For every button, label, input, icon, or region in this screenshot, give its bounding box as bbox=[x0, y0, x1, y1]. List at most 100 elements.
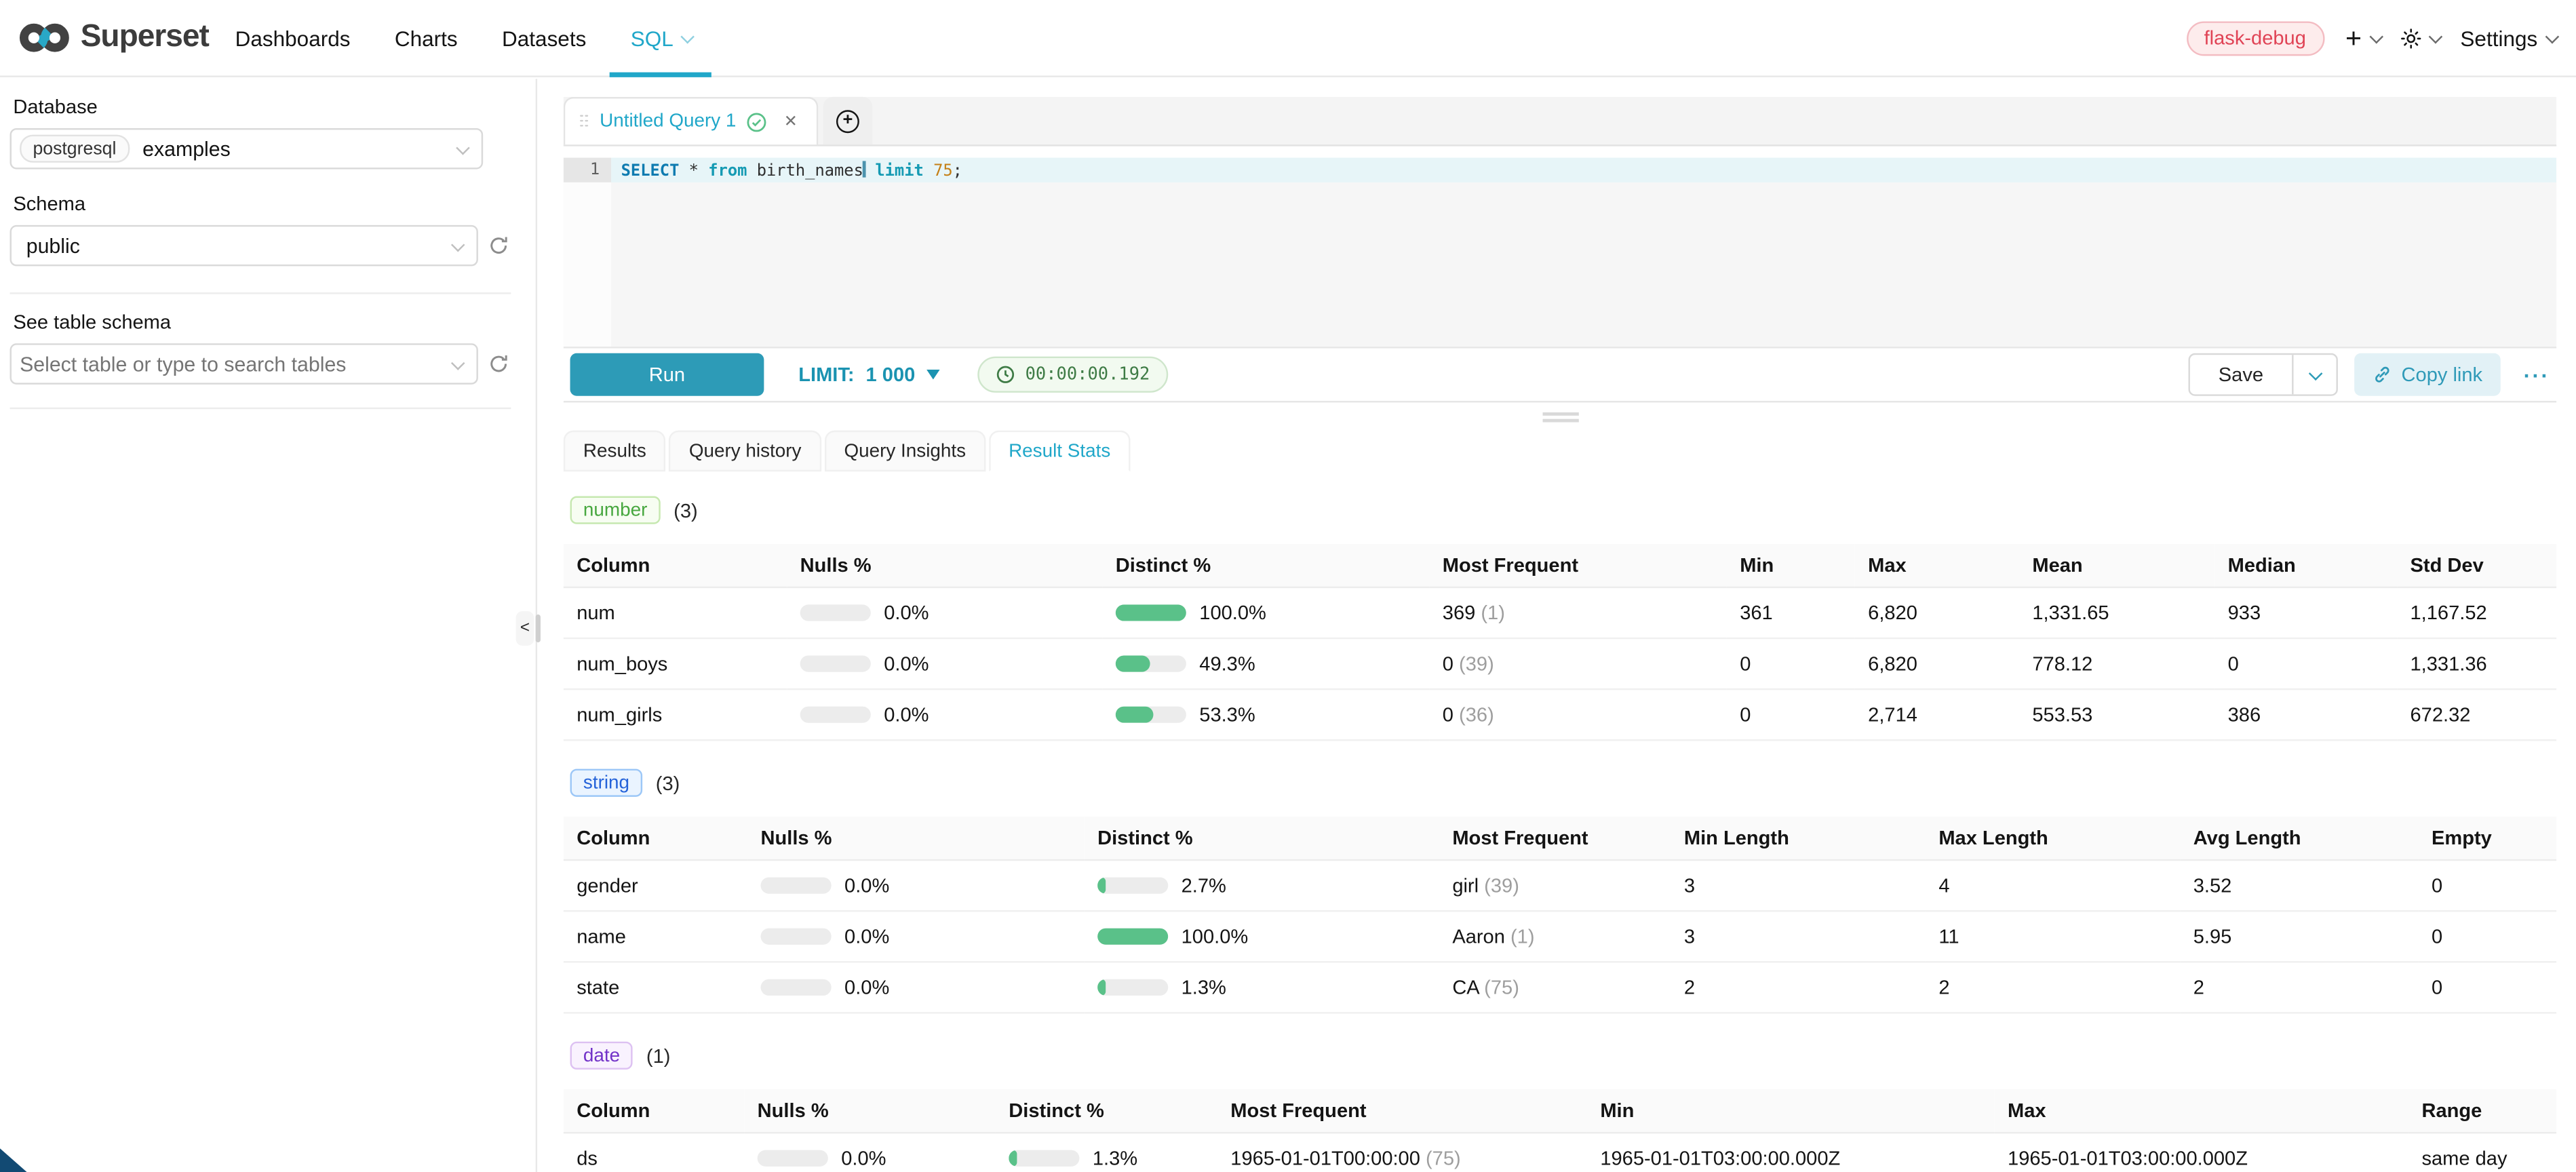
null-percent-bar: 0.0% bbox=[800, 652, 1089, 676]
stats-value-cell: 6,820 bbox=[1855, 638, 2019, 689]
stats-column-name: name bbox=[564, 911, 747, 962]
stats-value-cell: 11 bbox=[1926, 911, 2180, 962]
plus-icon: + bbox=[2345, 24, 2362, 52]
chevron-down-icon bbox=[456, 140, 469, 153]
nav-item-charts[interactable]: Charts bbox=[395, 0, 458, 75]
stats-column-name: num_girls bbox=[564, 689, 787, 740]
nav-item-datasets[interactable]: Datasets bbox=[502, 0, 586, 75]
refresh-tables-button[interactable] bbox=[488, 353, 509, 374]
stats-value-cell: 386 bbox=[2214, 689, 2397, 740]
settings-label: Settings bbox=[2460, 26, 2537, 50]
link-icon bbox=[2372, 365, 2392, 385]
query-tab-title: Untitled Query 1 bbox=[600, 112, 736, 132]
nav-item-sql-label: SQL bbox=[631, 26, 674, 50]
type-count: (1) bbox=[646, 1044, 671, 1067]
tab-query-insights[interactable]: Query Insights bbox=[824, 431, 985, 472]
editor-line-number: 1 bbox=[564, 158, 611, 182]
null-percent-bar: 0.0% bbox=[800, 602, 1089, 625]
superset-sql-lab: Superset Dashboards Charts Datasets SQL … bbox=[0, 0, 2576, 1172]
null-percent-bar: 0.0% bbox=[761, 925, 1072, 948]
stats-value-cell: 0 bbox=[2419, 962, 2556, 1013]
stats-row: num_boys0.0%49.3%0 (39)06,820778.1201,33… bbox=[564, 638, 2556, 689]
settings-menu[interactable]: Settings bbox=[2460, 26, 2554, 50]
sql-editor[interactable]: 1 SELECT * from birth_names limit 75; bbox=[564, 158, 2556, 347]
tab-query-history[interactable]: Query history bbox=[669, 431, 821, 472]
sidebar-collapse-button[interactable]: < bbox=[516, 611, 534, 646]
new-query-tab-button[interactable]: + bbox=[823, 97, 873, 144]
pane-resize-handle[interactable] bbox=[564, 402, 2556, 430]
distinct-percent-bar: 1.3% bbox=[1097, 976, 1426, 999]
save-button[interactable]: Save bbox=[2191, 355, 2292, 394]
nav-item-dashboards[interactable]: Dashboards bbox=[235, 0, 351, 75]
sidebar-resize-grip[interactable] bbox=[534, 614, 540, 642]
chevron-down-icon bbox=[2309, 367, 2322, 380]
stats-header-cell: Empty bbox=[2419, 817, 2556, 860]
plus-circle-icon: + bbox=[836, 109, 859, 132]
table-select-input[interactable] bbox=[20, 353, 440, 376]
stats-value-cell: 0 bbox=[1727, 689, 1855, 740]
stats-value-cell: 553.53 bbox=[2019, 689, 2214, 740]
chevron-down-icon bbox=[451, 356, 464, 369]
tab-result-stats[interactable]: Result Stats bbox=[989, 431, 1130, 472]
schema-value: public bbox=[26, 234, 80, 257]
navbar: Superset Dashboards Charts Datasets SQL … bbox=[0, 0, 2576, 77]
sql-lab-main: Untitled Query 1 ✕ + 1 SELECT * from bir… bbox=[539, 79, 2576, 1172]
type-badge-number: number bbox=[570, 496, 661, 524]
chevron-down-icon bbox=[2369, 31, 2382, 43]
type-count: (3) bbox=[674, 499, 698, 522]
distinct-percent-bar: 1.3% bbox=[1009, 1147, 1204, 1170]
copy-link-button[interactable]: Copy link bbox=[2354, 353, 2500, 396]
main-nav: Dashboards Charts Datasets SQL bbox=[235, 0, 691, 75]
most-frequent-cell: CA (75) bbox=[1439, 962, 1671, 1013]
stats-header-cell: Most Frequent bbox=[1429, 544, 1726, 587]
nav-item-sql[interactable]: SQL bbox=[631, 0, 690, 75]
database-select[interactable]: postgresql examples bbox=[10, 128, 484, 170]
stats-value-cell: 1,167.52 bbox=[2397, 587, 2556, 638]
stats-header-cell: Max bbox=[1995, 1089, 2408, 1133]
chevron-down-icon bbox=[451, 237, 464, 250]
stats-header-cell: Distinct % bbox=[996, 1089, 1217, 1133]
divider bbox=[10, 408, 511, 409]
query-success-icon bbox=[746, 111, 767, 132]
stats-table-date: ColumnNulls %Distinct %Most FrequentMinM… bbox=[564, 1089, 2556, 1172]
stats-value-cell: 0 bbox=[1727, 638, 1855, 689]
chevron-down-icon bbox=[681, 31, 694, 43]
refresh-schemas-button[interactable] bbox=[488, 235, 509, 256]
stats-value-cell: 2 bbox=[1671, 962, 1925, 1013]
superset-infinity-icon bbox=[18, 20, 71, 56]
null-percent-bar: 0.0% bbox=[761, 874, 1072, 897]
most-frequent-cell: 0 (39) bbox=[1429, 638, 1726, 689]
results-tabbar: Results Query history Query Insights Res… bbox=[564, 431, 2556, 472]
tab-results[interactable]: Results bbox=[564, 431, 666, 472]
type-badge-date: date bbox=[570, 1042, 633, 1070]
stats-header-cell: Mean bbox=[2019, 544, 2214, 587]
schema-select[interactable]: public bbox=[10, 225, 478, 267]
stats-header-cell: Min bbox=[1727, 544, 1855, 587]
save-options-button[interactable] bbox=[2291, 355, 2335, 394]
theme-toggle[interactable] bbox=[2400, 27, 2439, 48]
null-percent-bar: 0.0% bbox=[758, 1147, 983, 1170]
close-tab-icon[interactable]: ✕ bbox=[784, 113, 798, 131]
stats-table-number: ColumnNulls %Distinct %Most FrequentMinM… bbox=[564, 544, 2556, 741]
distinct-percent-bar: 53.3% bbox=[1116, 703, 1416, 726]
database-label: Database bbox=[13, 95, 509, 118]
stats-section-string: string(3)ColumnNulls %Distinct %Most Fre… bbox=[564, 769, 2556, 1014]
more-actions-button[interactable]: ··· bbox=[2517, 362, 2556, 387]
stats-value-cell: 6,820 bbox=[1855, 587, 2019, 638]
brand-name: Superset bbox=[81, 20, 209, 56]
superset-logo[interactable]: Superset bbox=[18, 20, 209, 56]
type-badge-string: string bbox=[570, 769, 643, 797]
table-select[interactable] bbox=[10, 343, 478, 385]
copy-link-label: Copy link bbox=[2402, 363, 2483, 386]
mouse-cursor bbox=[0, 1148, 28, 1172]
limit-dropdown[interactable]: LIMIT: 1 000 bbox=[798, 363, 939, 386]
environment-badge: flask-debug bbox=[2186, 20, 2324, 55]
stats-header-cell: Range bbox=[2408, 1089, 2556, 1133]
query-tab[interactable]: Untitled Query 1 ✕ bbox=[564, 97, 818, 144]
run-button[interactable]: Run bbox=[570, 353, 764, 396]
new-item-menu[interactable]: + bbox=[2345, 24, 2379, 52]
caret-down-icon bbox=[926, 370, 939, 380]
most-frequent-cell: 0 (36) bbox=[1429, 689, 1726, 740]
stats-value-cell: 1965-01-01T03:00:00.000Z bbox=[1995, 1133, 2408, 1172]
null-percent-bar: 0.0% bbox=[800, 703, 1089, 726]
